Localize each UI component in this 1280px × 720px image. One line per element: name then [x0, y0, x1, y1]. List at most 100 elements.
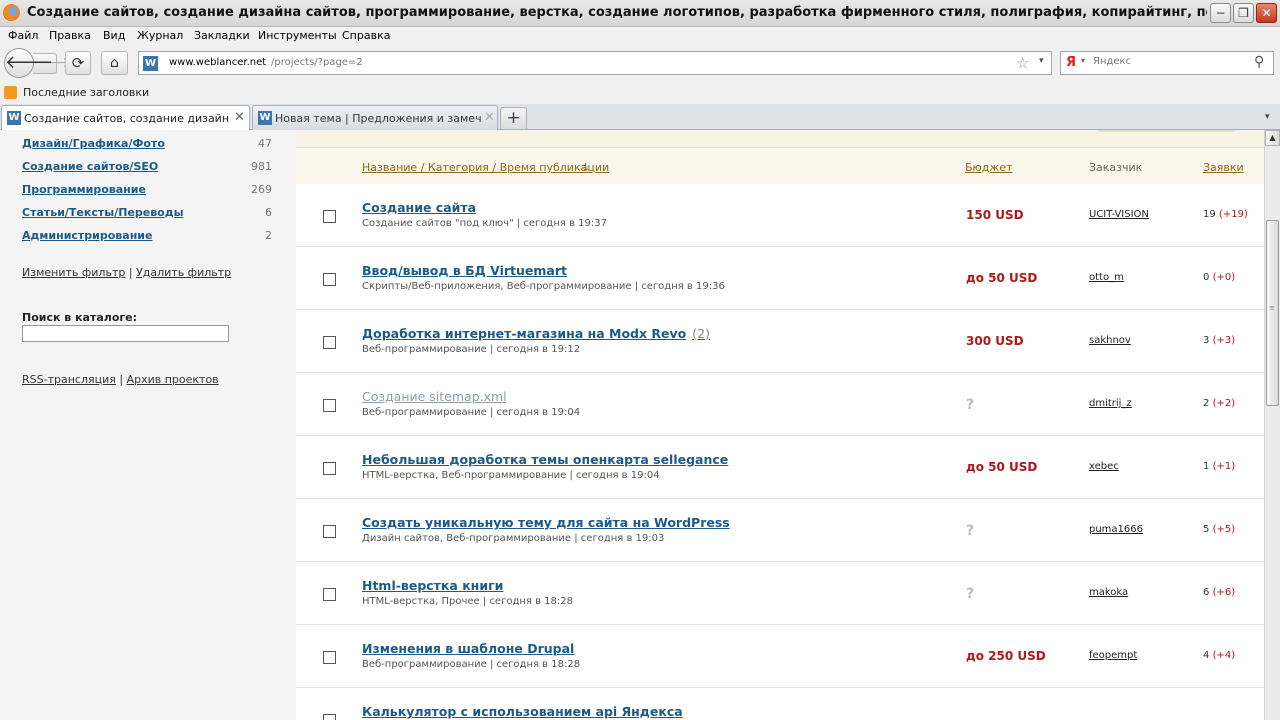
row-checkbox[interactable] — [323, 273, 336, 286]
delete-filter-link[interactable]: Удалить фильтр — [136, 266, 231, 279]
new-tab-button[interactable]: + — [500, 107, 527, 130]
bids-count: 5 (+5) — [1203, 524, 1235, 535]
row-checkbox[interactable] — [323, 399, 336, 412]
project-budget: ? — [966, 523, 975, 539]
top-band-button[interactable] — [1096, 130, 1238, 132]
close-window-button[interactable]: ✕ — [1256, 3, 1277, 23]
project-title-link[interactable]: Изменения в шаблоне Drupal — [362, 641, 574, 656]
row-checkbox[interactable] — [323, 210, 336, 223]
project-title-link[interactable]: Небольшая доработка темы опенкарта selle… — [362, 452, 728, 467]
bids-count: 6 (+6) — [1203, 587, 1235, 598]
tab-close-icon[interactable]: ✕ — [234, 110, 245, 125]
site-favicon-icon[interactable]: W — [143, 56, 158, 71]
project-budget: 150 USD — [966, 208, 1024, 222]
category-count: 981 — [251, 160, 272, 173]
project-budget: 300 USD — [966, 334, 1024, 348]
vertical-scrollbar[interactable]: ▲ ≡ — [1264, 130, 1280, 720]
window-titlebar: Создание сайтов, создание дизайна сайтов… — [0, 0, 1280, 27]
project-budget: до 50 USD — [966, 460, 1038, 474]
rss-link[interactable]: RSS-трансляция — [22, 373, 116, 386]
table-row: Доработка интернет-магазина на Modx Revo… — [296, 310, 1264, 373]
project-title-link[interactable]: Калькулятор с использованием api Яндекса — [362, 704, 683, 719]
customer-link[interactable]: puma1666 — [1089, 524, 1143, 535]
project-title-link[interactable]: Создание sitemap.xml — [362, 389, 507, 404]
project-title-link[interactable]: Ввод/вывод в БД Virtuemart — [362, 263, 567, 278]
category-link-administration[interactable]: Администрирование — [22, 229, 152, 242]
bids-count: 2 (+2) — [1203, 398, 1235, 409]
project-title-link[interactable]: Создание сайта — [362, 200, 476, 215]
menu-edit[interactable]: Правка — [49, 29, 91, 42]
project-title-link[interactable]: Html-верстка книги — [362, 578, 503, 593]
row-checkbox[interactable] — [323, 651, 336, 664]
menu-bookmarks[interactable]: Закладки — [194, 29, 250, 42]
customer-link[interactable]: UCIT-VISION — [1089, 209, 1149, 220]
catalog-search-input[interactable] — [22, 325, 229, 342]
tab-new-topic[interactable]: W Новая тема | Предложения и замечани...… — [252, 105, 498, 130]
home-button[interactable]: ⌂ — [101, 51, 128, 75]
menu-help[interactable]: Справка — [342, 29, 390, 42]
project-title-link[interactable]: Создать уникальную тему для сайта на Wor… — [362, 515, 730, 530]
bids-count: 4 (+4) — [1203, 650, 1235, 661]
sort-by-title-link[interactable]: Название / Категория / Время публикации — [362, 161, 609, 174]
tab-list-chevron-icon[interactable]: ▾ — [1265, 112, 1270, 122]
archive-link[interactable]: Архив проектов — [127, 373, 219, 386]
category-count: 47 — [258, 137, 272, 150]
menu-file[interactable]: Файл — [8, 29, 38, 42]
menu-tools[interactable]: Инструменты — [258, 29, 337, 42]
reload-button[interactable]: ⟳ — [65, 51, 91, 75]
menu-history[interactable]: Журнал — [137, 29, 183, 42]
category-link-texts[interactable]: Статьи/Тексты/Переводы — [22, 206, 184, 219]
url-host[interactable]: www.weblancer.net — [169, 57, 266, 68]
tab-close-icon[interactable]: ✕ — [484, 110, 495, 125]
project-title: Доработка интернет-магазина на Modx Revo — [362, 326, 687, 341]
url-path[interactable]: /projects/?page=2 — [271, 57, 363, 68]
project-title: Ввод/вывод в БД Virtuemart — [362, 263, 567, 278]
maximize-button[interactable]: ❐ — [1233, 3, 1254, 23]
project-budget: ? — [966, 397, 975, 413]
back-button[interactable]: 🡐 — [4, 48, 53, 78]
bids-new: (+5) — [1212, 524, 1236, 535]
sort-by-bids-link[interactable]: Заявки — [1203, 161, 1244, 174]
bids-new: (+1) — [1212, 461, 1236, 472]
customer-link[interactable]: feopempt — [1089, 650, 1137, 661]
bookmark-star-icon[interactable]: ☆ — [1016, 54, 1029, 72]
tab-weblancer-projects[interactable]: W Создание сайтов, создание дизайна с...… — [1, 105, 250, 130]
table-row: Калькулятор с использованием api Яндекса — [296, 688, 1264, 720]
project-meta: Веб-программирование | сегодня в 19:12 — [362, 344, 581, 355]
category-count: 2 — [265, 229, 272, 242]
row-checkbox[interactable] — [323, 588, 336, 601]
firefox-icon[interactable] — [3, 4, 20, 21]
minimize-button[interactable]: − — [1210, 3, 1231, 23]
customer-link[interactable]: xebec — [1089, 461, 1119, 472]
customer-link[interactable]: dmitrij_z — [1089, 398, 1132, 409]
bids-count: 0 (+0) — [1203, 272, 1235, 283]
customer-link[interactable]: sakhnov — [1089, 335, 1131, 346]
row-checkbox[interactable] — [323, 336, 336, 349]
customer-link[interactable]: otto_m — [1089, 272, 1124, 283]
project-budget: до 250 USD — [966, 649, 1046, 663]
category-link-websites[interactable]: Создание сайтов/SEO — [22, 160, 158, 173]
bids-new: (+4) — [1212, 650, 1236, 661]
menu-view[interactable]: Вид — [103, 29, 125, 42]
scrollbar-thumb[interactable]: ≡ — [1266, 220, 1279, 406]
catalog-search-label: Поиск в каталоге: — [22, 311, 137, 324]
customer-link[interactable]: makoka — [1089, 587, 1128, 598]
sort-by-budget-link[interactable]: Бюджет — [965, 161, 1013, 174]
row-checkbox[interactable] — [323, 462, 336, 475]
search-magnifier-icon[interactable]: ⚲ — [1254, 54, 1264, 70]
search-input[interactable] — [1093, 56, 1243, 67]
change-filter-link[interactable]: Изменить фильтр — [22, 266, 125, 279]
yandex-engine-icon[interactable]: Я — [1066, 55, 1076, 70]
project-title-link[interactable]: Доработка интернет-магазина на Modx Revo… — [362, 326, 710, 341]
bookmark-latest-headlines[interactable]: Последние заголовки — [23, 86, 149, 99]
category-link-design[interactable]: Дизайн/Графика/Фото — [22, 137, 165, 150]
url-bar[interactable]: W www.weblancer.net /projects/?page=2 ☆ … — [138, 51, 1052, 75]
scroll-up-arrow-icon[interactable]: ▲ — [1265, 130, 1280, 146]
category-link-programming[interactable]: Программирование — [22, 183, 146, 196]
url-history-dropdown-icon[interactable]: ▾ — [1039, 56, 1044, 66]
row-checkbox[interactable] — [323, 525, 336, 538]
search-bar[interactable]: Я ▾ ⚲ — [1060, 51, 1274, 75]
window-title: Создание сайтов, создание дизайна сайтов… — [27, 5, 1207, 20]
row-checkbox[interactable] — [323, 714, 336, 720]
engine-dropdown-icon[interactable]: ▾ — [1081, 56, 1085, 65]
